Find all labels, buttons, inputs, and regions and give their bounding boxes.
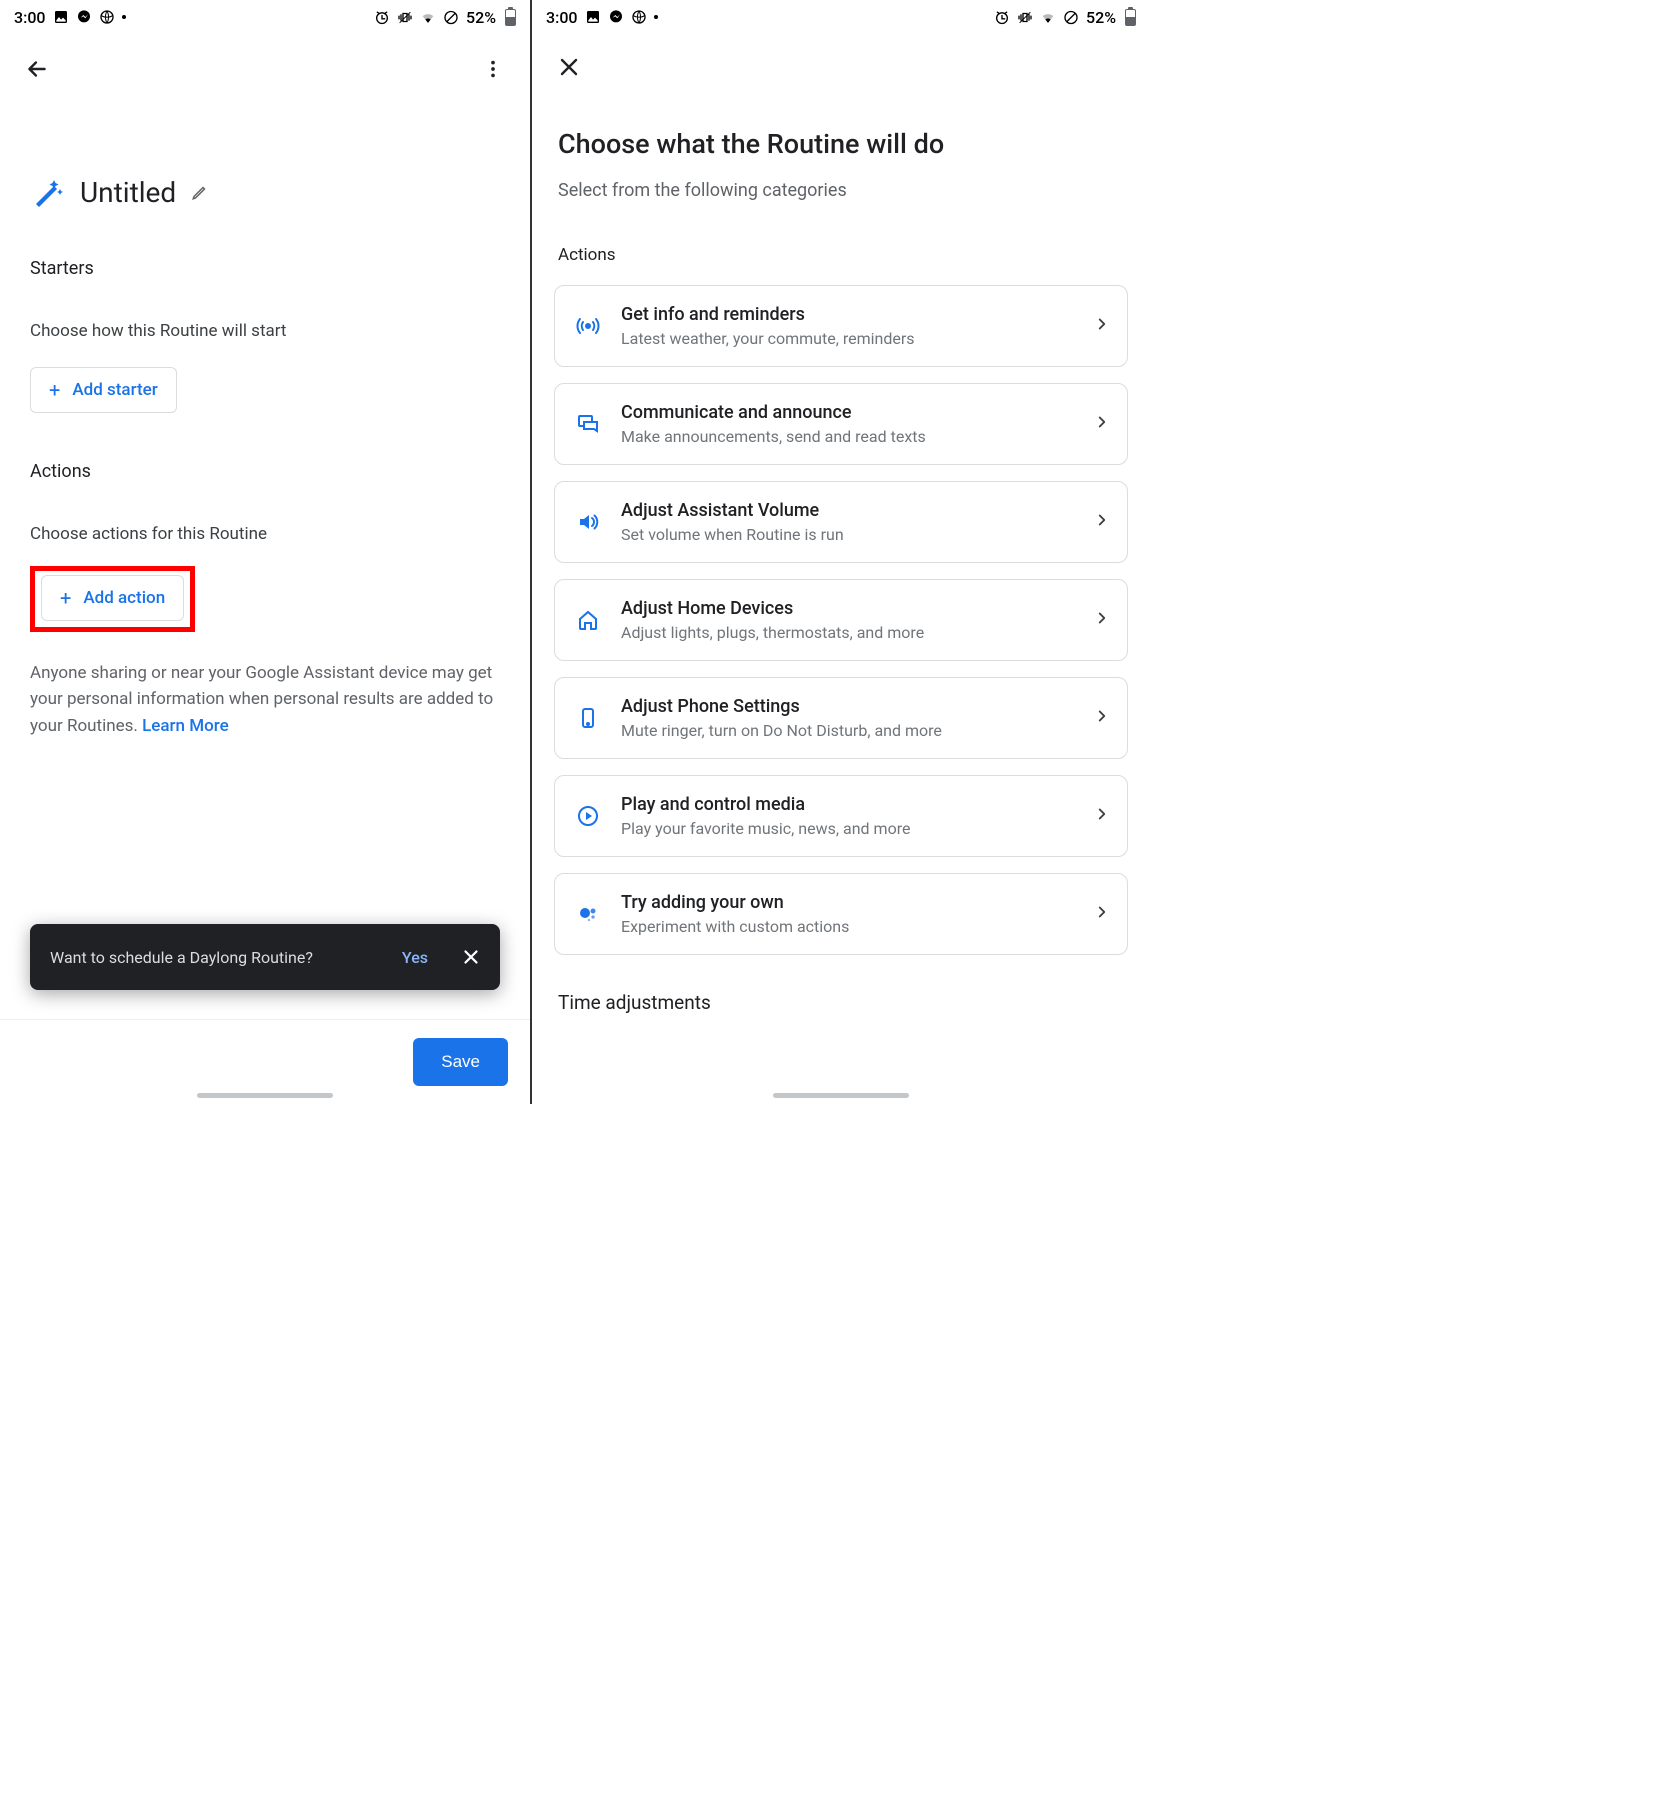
gallery-icon — [585, 9, 601, 25]
chevron-right-icon — [1093, 609, 1111, 631]
broadcast-icon — [575, 313, 601, 339]
action-card-phone[interactable]: Adjust Phone Settings Mute ringer, turn o… — [554, 677, 1128, 759]
card-title: Communicate and announce — [621, 402, 1073, 423]
no-signal-icon — [443, 9, 459, 25]
action-card-broadcast[interactable]: Get info and reminders Latest weather, yo… — [554, 285, 1128, 367]
vibrate-icon — [397, 9, 413, 25]
overflow-menu-button[interactable] — [478, 54, 508, 84]
actions-section-header: Actions — [532, 201, 1150, 265]
left-screen: 3:00 — [0, 0, 530, 1104]
ball-icon — [631, 9, 647, 25]
close-button[interactable] — [554, 52, 584, 82]
alarm-icon — [374, 9, 390, 25]
chat-icon — [575, 411, 601, 437]
more-dot-icon — [654, 15, 658, 19]
add-starter-button[interactable]: + Add starter — [30, 367, 177, 413]
card-subtitle: Latest weather, your commute, reminders — [621, 329, 1073, 348]
plus-icon: + — [49, 380, 60, 400]
right-screen: 3:00 52% Choose what the Routine will do… — [532, 0, 1150, 1104]
messenger-icon — [76, 9, 92, 25]
gallery-icon — [53, 9, 69, 25]
battery-pct: 52% — [466, 8, 496, 27]
page-subtitle: Select from the following categories — [532, 160, 1150, 201]
card-title: Try adding your own — [621, 892, 1073, 913]
actions-subtext: Choose actions for this Routine — [30, 524, 500, 544]
action-card-home[interactable]: Adjust Home Devices Adjust lights, plugs,… — [554, 579, 1128, 661]
snackbar-message: Want to schedule a Daylong Routine? — [50, 948, 313, 967]
add-starter-label: Add starter — [72, 380, 157, 400]
status-time: 3:00 — [546, 8, 578, 27]
back-button[interactable] — [22, 54, 52, 84]
snackbar-yes-button[interactable]: Yes — [402, 948, 428, 967]
more-dot-icon — [122, 15, 126, 19]
battery-pct: 52% — [1086, 8, 1116, 27]
action-card-play[interactable]: Play and control media Play your favorite… — [554, 775, 1128, 857]
card-title: Play and control media — [621, 794, 1073, 815]
chevron-right-icon — [1093, 511, 1111, 533]
starters-subtext: Choose how this Routine will start — [30, 321, 500, 341]
nav-handle — [197, 1093, 333, 1098]
card-subtitle: Play your favorite music, news, and more — [621, 819, 1073, 838]
card-title: Adjust Phone Settings — [621, 696, 1073, 717]
wand-icon — [30, 174, 66, 210]
add-action-button[interactable]: + Add action — [41, 575, 184, 621]
card-subtitle: Experiment with custom actions — [621, 917, 1073, 936]
card-title: Adjust Home Devices — [621, 598, 1073, 619]
starters-header: Starters — [30, 258, 500, 279]
nav-handle — [773, 1093, 909, 1098]
card-subtitle: Set volume when Routine is run — [621, 525, 1073, 544]
chevron-right-icon — [1093, 315, 1111, 337]
learn-more-link[interactable]: Learn More — [142, 716, 229, 736]
routine-title: Untitled — [80, 176, 176, 209]
action-card-chat[interactable]: Communicate and announce Make announcemen… — [554, 383, 1128, 465]
card-title: Adjust Assistant Volume — [621, 500, 1073, 521]
status-bar: 3:00 52% — [532, 0, 1150, 34]
card-title: Get info and reminders — [621, 304, 1073, 325]
volume-icon — [575, 509, 601, 535]
card-subtitle: Mute ringer, turn on Do Not Disturb, and… — [621, 721, 1073, 740]
action-card-assistant[interactable]: Try adding your own Experiment with custo… — [554, 873, 1128, 955]
page-title: Choose what the Routine will do — [532, 82, 1150, 160]
battery-icon — [1125, 9, 1136, 26]
chevron-right-icon — [1093, 805, 1111, 827]
home-icon — [575, 607, 601, 633]
snackbar-close-button[interactable] — [456, 942, 486, 972]
add-action-label: Add action — [83, 588, 165, 608]
plus-icon: + — [60, 588, 71, 608]
ball-icon — [99, 9, 115, 25]
add-action-highlight: + Add action — [30, 566, 195, 632]
edit-title-button[interactable] — [190, 182, 210, 202]
no-signal-icon — [1063, 9, 1079, 25]
status-bar: 3:00 — [0, 0, 530, 34]
chevron-right-icon — [1093, 707, 1111, 729]
status-time: 3:00 — [14, 8, 46, 27]
chevron-right-icon — [1093, 903, 1111, 925]
assistant-icon — [575, 901, 601, 927]
snackbar: Want to schedule a Daylong Routine? Yes — [30, 924, 500, 990]
wifi-icon — [420, 9, 436, 25]
card-subtitle: Make announcements, send and read texts — [621, 427, 1073, 446]
card-subtitle: Adjust lights, plugs, thermostats, and m… — [621, 623, 1073, 642]
actions-header: Actions — [30, 461, 500, 482]
alarm-icon — [994, 9, 1010, 25]
chevron-right-icon — [1093, 413, 1111, 435]
time-adjustments-header: Time adjustments — [532, 955, 1150, 1014]
vibrate-icon — [1017, 9, 1033, 25]
battery-icon — [505, 9, 516, 26]
phone-icon — [575, 705, 601, 731]
save-button[interactable]: Save — [413, 1038, 508, 1086]
messenger-icon — [608, 9, 624, 25]
privacy-info-text: Anyone sharing or near your Google Assis… — [30, 660, 500, 739]
wifi-icon — [1040, 9, 1056, 25]
action-card-volume[interactable]: Adjust Assistant Volume Set volume when R… — [554, 481, 1128, 563]
play-icon — [575, 803, 601, 829]
